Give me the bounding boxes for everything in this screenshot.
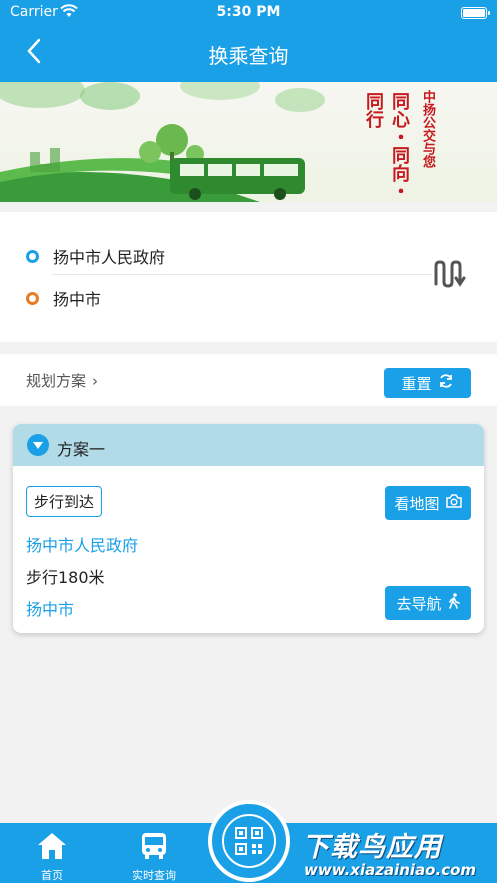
chevron-right-icon: › <box>92 372 99 390</box>
reset-button[interactable]: 重置 <box>384 368 471 398</box>
navigate-label: 去导航 <box>396 594 442 613</box>
end-place[interactable]: 扬中市 <box>26 596 74 620</box>
banner-slogan-top: 中扬公交与您 <box>420 90 435 168</box>
home-icon <box>36 831 68 865</box>
origin-label: 扬中市人民政府 <box>53 248 166 267</box>
qr-ring <box>222 814 276 868</box>
watermark-url: www.xiazainiao.com <box>304 861 477 879</box>
origin-field[interactable]: 扬中市人民政府 <box>26 244 165 268</box>
watermark: 下载鸟应用 www.xiazainiao.com <box>294 823 497 883</box>
collapse-toggle-icon[interactable] <box>27 434 49 456</box>
plan-link[interactable]: 规划方案 › <box>26 370 98 391</box>
view-map-label: 看地图 <box>394 494 440 513</box>
promo-banner: 中扬公交与您 同心・同向・同行 <box>0 82 497 202</box>
tab-home-label: 首页 <box>41 869 63 882</box>
bus-icon <box>140 831 168 865</box>
walk-distance: 步行180米 <box>26 568 105 587</box>
scheme-card: 方案一 步行到达 看地图 扬中市人民政府 步行180米 扬中市 去导航 <box>13 424 484 633</box>
destination-dot-icon <box>26 291 39 305</box>
qr-code-button[interactable] <box>208 800 290 882</box>
swap-icon[interactable] <box>432 258 468 290</box>
tab-realtime[interactable]: 实时查询 <box>114 823 194 883</box>
reset-button-label: 重置 <box>401 374 432 393</box>
watermark-title: 下载鸟应用 <box>302 832 442 863</box>
refresh-icon <box>438 373 454 393</box>
camera-icon <box>445 494 462 512</box>
route-card: 扬中市人民政府 扬中市 <box>0 212 497 342</box>
walking-icon <box>448 593 460 613</box>
plan-bar: 规划方案 › 重置 <box>0 354 497 406</box>
tab-realtime-label: 实时查询 <box>132 869 176 882</box>
navigate-button[interactable]: 去导航 <box>385 586 471 620</box>
walk-tag: 步行到达 <box>26 486 103 517</box>
page-title: 换乘查询 <box>208 44 289 68</box>
qr-code-icon <box>235 827 263 859</box>
scheme-header[interactable]: 方案一 <box>13 424 484 466</box>
destination-field[interactable]: 扬中市 <box>26 286 101 310</box>
status-bar: Carrier 5:30 PM <box>0 0 497 26</box>
start-place[interactable]: 扬中市人民政府 <box>26 532 138 556</box>
navigation-bar: 换乘查询 <box>0 26 497 82</box>
route-divider <box>52 274 432 275</box>
plan-link-label: 规划方案 <box>26 372 87 390</box>
view-map-button[interactable]: 看地图 <box>385 486 471 520</box>
scheme-title: 方案一 <box>57 440 106 459</box>
destination-label: 扬中市 <box>53 290 102 309</box>
battery-icon <box>461 7 490 19</box>
banner-slogan-left: 同心・同向・同行 <box>363 92 410 200</box>
tab-home[interactable]: 首页 <box>12 823 92 883</box>
origin-dot-icon <box>26 249 39 263</box>
clock: 5:30 PM <box>216 4 281 20</box>
